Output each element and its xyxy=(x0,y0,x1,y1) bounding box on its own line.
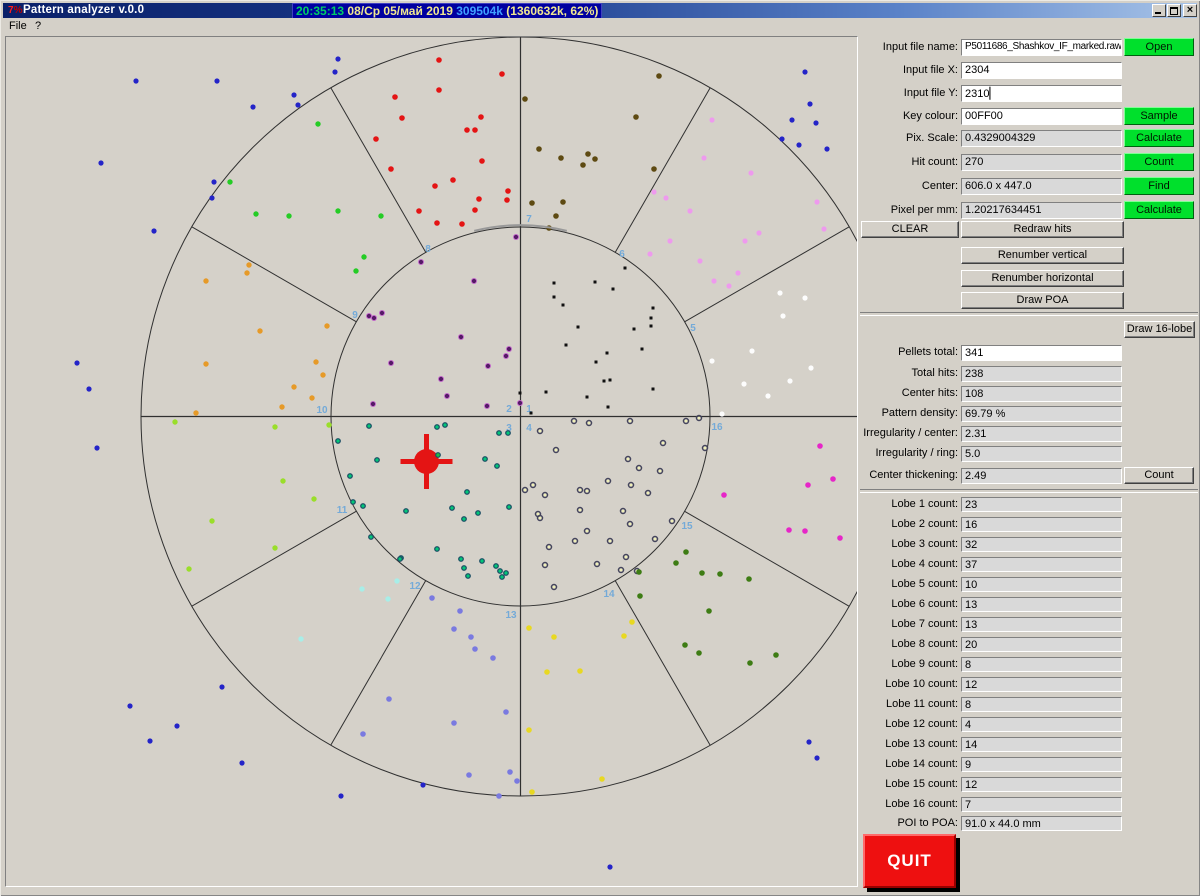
svg-text:11: 11 xyxy=(337,505,348,516)
svg-text:14: 14 xyxy=(603,589,615,600)
svg-text:6: 6 xyxy=(619,249,625,260)
svg-text:10: 10 xyxy=(316,405,328,416)
svg-text:8: 8 xyxy=(425,244,431,255)
svg-text:13: 13 xyxy=(505,610,517,621)
svg-text:5: 5 xyxy=(690,323,696,334)
svg-text:4: 4 xyxy=(526,423,532,434)
svg-text:16: 16 xyxy=(711,422,723,433)
svg-text:7: 7 xyxy=(526,214,532,225)
svg-text:15: 15 xyxy=(681,521,693,532)
svg-text:9: 9 xyxy=(352,310,358,321)
svg-text:2: 2 xyxy=(506,404,512,415)
svg-text:12: 12 xyxy=(409,581,421,592)
